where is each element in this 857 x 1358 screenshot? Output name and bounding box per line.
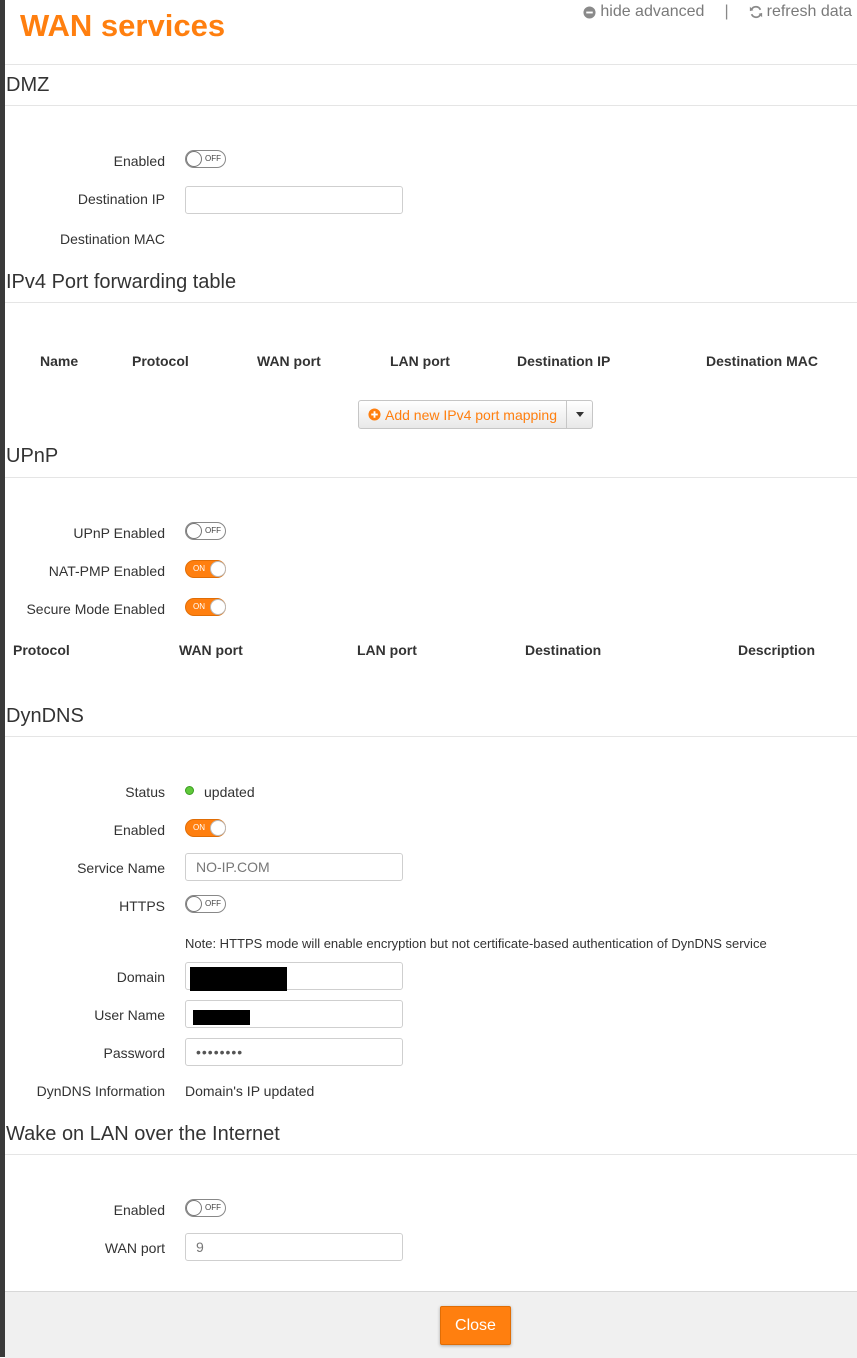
- divider: [5, 477, 857, 478]
- dmz-enabled-label: Enabled: [113, 153, 165, 169]
- add-ipv4-mapping-dropdown[interactable]: [566, 401, 592, 428]
- dyndns-information-label: DynDNS Information: [36, 1083, 165, 1099]
- toggle-state: ON: [193, 602, 205, 611]
- wol-enabled-label: Enabled: [113, 1202, 165, 1218]
- ipv4-col-lan-port[interactable]: LAN port: [390, 352, 450, 370]
- ipv4-col-destination-ip[interactable]: Destination IP: [517, 352, 610, 370]
- refresh-icon: [749, 5, 762, 19]
- caret-down-icon: [575, 412, 584, 417]
- secure-mode-enabled-toggle[interactable]: ON: [185, 598, 226, 616]
- dyndns-status-label: Status: [125, 784, 165, 800]
- add-ipv4-mapping-button-group: Add new IPv4 port mapping: [358, 400, 593, 429]
- add-ipv4-mapping-button[interactable]: Add new IPv4 port mapping: [359, 401, 566, 428]
- add-ipv4-mapping-label: Add new IPv4 port mapping: [385, 406, 557, 423]
- dyndns-https-label: HTTPS: [119, 898, 165, 914]
- dialog-footer: [5, 1291, 857, 1358]
- secure-mode-enabled-label: Secure Mode Enabled: [26, 601, 165, 617]
- toggle-knob: [210, 820, 226, 836]
- hide-advanced-link[interactable]: hide advanced: [583, 3, 704, 21]
- toggle-knob: [186, 151, 202, 167]
- nat-pmp-enabled-toggle[interactable]: ON: [185, 560, 226, 578]
- refresh-data-label: refresh data: [766, 3, 852, 20]
- minus-circle-icon: [583, 5, 596, 19]
- dyndns-password-label: Password: [103, 1045, 165, 1061]
- refresh-data-link[interactable]: refresh data: [749, 3, 852, 21]
- dyndns-enabled-label: Enabled: [113, 822, 165, 838]
- redaction-box: [193, 1010, 250, 1025]
- wol-section-title: Wake on LAN over the Internet: [6, 1123, 280, 1145]
- toggle-state: OFF: [205, 526, 221, 535]
- dyndns-https-toggle[interactable]: OFF: [185, 895, 226, 913]
- toggle-state: OFF: [205, 899, 221, 908]
- dmz-destination-ip-input[interactable]: [185, 186, 403, 214]
- wol-wan-port-input[interactable]: [185, 1233, 403, 1261]
- dyndns-username-input[interactable]: [185, 1000, 403, 1028]
- toggle-knob: [186, 523, 202, 539]
- redaction-box: [190, 967, 287, 991]
- upnp-section-title: UPnP: [6, 445, 59, 467]
- dmz-destination-mac-label: Destination MAC: [59, 231, 165, 247]
- upnp-enabled-toggle[interactable]: OFF: [185, 522, 226, 540]
- toggle-state: OFF: [205, 1203, 221, 1212]
- ipv4-col-wan-port[interactable]: WAN port: [257, 352, 321, 370]
- dmz-section-title: DMZ: [6, 74, 50, 96]
- dyndns-section-title: DynDNS: [6, 705, 84, 727]
- toggle-knob: [210, 599, 226, 615]
- upnp-enabled-label: UPnP Enabled: [73, 525, 165, 541]
- header-separator: |: [724, 3, 729, 20]
- ipv4-section-title: IPv4 Port forwarding table: [6, 271, 237, 293]
- plus-circle-icon: [368, 408, 381, 421]
- wol-wan-port-label: WAN port: [104, 1240, 165, 1256]
- close-button[interactable]: Close: [440, 1306, 511, 1345]
- status-indicator-icon: [185, 786, 194, 795]
- toggle-state: ON: [193, 564, 205, 573]
- upnp-col-description[interactable]: Description: [738, 641, 815, 659]
- divider: [5, 736, 857, 737]
- dyndns-service-name-label: Service Name: [77, 860, 165, 876]
- hide-advanced-label: hide advanced: [600, 3, 705, 20]
- upnp-col-destination[interactable]: Destination: [525, 641, 601, 659]
- divider: [5, 302, 857, 303]
- dmz-destination-ip-label: Destination IP: [77, 191, 165, 207]
- wol-enabled-toggle[interactable]: OFF: [185, 1199, 226, 1217]
- dyndns-domain-input[interactable]: [185, 962, 403, 991]
- dmz-enabled-toggle[interactable]: OFF: [185, 150, 226, 168]
- toggle-knob: [186, 896, 202, 912]
- upnp-col-lan-port[interactable]: LAN port: [357, 641, 417, 659]
- toggle-state: OFF: [205, 154, 221, 163]
- ipv4-col-protocol[interactable]: Protocol: [132, 352, 189, 370]
- upnp-col-wan-port[interactable]: WAN port: [179, 641, 243, 659]
- dyndns-information-value: Domain's IP updated: [185, 1083, 315, 1099]
- ipv4-col-name[interactable]: Name: [40, 352, 78, 370]
- dyndns-status-value: updated: [204, 784, 255, 800]
- dyndns-password-input[interactable]: ••••••••: [185, 1038, 403, 1066]
- toggle-knob: [210, 561, 226, 577]
- nat-pmp-enabled-label: NAT-PMP Enabled: [48, 563, 165, 579]
- upnp-col-protocol[interactable]: Protocol: [13, 641, 70, 659]
- divider: [5, 105, 857, 106]
- dyndns-enabled-toggle[interactable]: ON: [185, 819, 226, 837]
- ipv4-col-destination-mac[interactable]: Destination MAC: [706, 352, 818, 370]
- dyndns-https-note: Note: HTTPS mode will enable encryption …: [185, 936, 767, 951]
- divider: [5, 1154, 857, 1155]
- dyndns-domain-label: Domain: [116, 969, 165, 985]
- page-title: WAN services: [20, 8, 226, 43]
- toggle-state: ON: [193, 823, 205, 832]
- header-links: hide advanced | refresh data: [583, 3, 852, 21]
- dyndns-username-label: User Name: [94, 1007, 165, 1023]
- dyndns-service-name-input[interactable]: [185, 853, 403, 881]
- toggle-knob: [186, 1200, 202, 1216]
- divider: [5, 64, 857, 65]
